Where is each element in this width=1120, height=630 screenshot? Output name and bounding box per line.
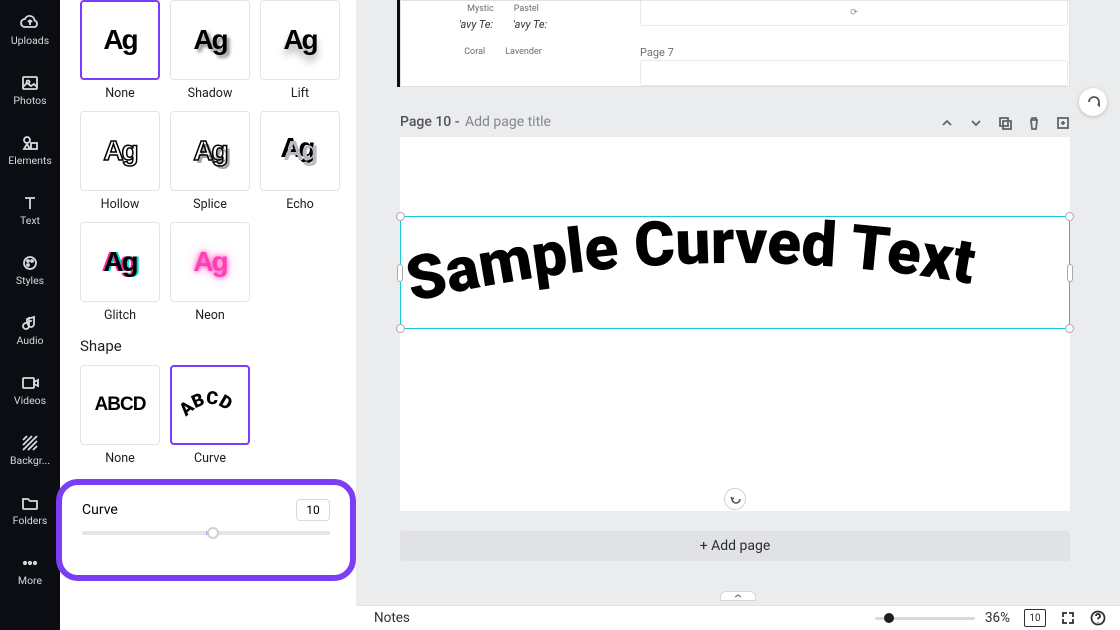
page7-label: Page 7: [640, 46, 674, 59]
effect-splice[interactable]: Ag: [170, 111, 250, 191]
page-title-input[interactable]: Add page title: [465, 114, 551, 130]
preview-card-2[interactable]: [640, 60, 1068, 86]
effect-echo[interactable]: Ag: [260, 111, 340, 191]
audio-icon: [20, 313, 40, 333]
rail-item-audio[interactable]: Audio: [0, 300, 60, 360]
rail-item-background[interactable]: Backgr...: [0, 420, 60, 480]
bottom-bar: Notes 36% 10: [356, 605, 1120, 630]
floating-action-button[interactable]: [1079, 88, 1107, 116]
rail-item-folders[interactable]: Folders: [0, 480, 60, 540]
page-canvas[interactable]: Sample Curved Text: [400, 137, 1070, 511]
reload-icon: ⟳: [850, 8, 858, 18]
page-number: Page 10 -: [400, 114, 463, 130]
rail-item-elements[interactable]: Elements: [0, 120, 60, 180]
background-icon: [20, 433, 40, 453]
effect-neon[interactable]: Ag: [170, 222, 250, 302]
effect-shadow[interactable]: Ag: [170, 0, 250, 80]
shape-none[interactable]: ABCD: [80, 365, 160, 445]
curve-slider[interactable]: [82, 531, 330, 535]
styles-icon: [20, 253, 40, 273]
duplicate-icon[interactable]: [997, 115, 1012, 130]
notes-button[interactable]: Notes: [374, 610, 410, 626]
refresh-icon: [1086, 95, 1100, 109]
effect-hollow[interactable]: Ag: [80, 111, 160, 191]
style-effects-grid: AgNone AgShadow AgLift AgHollow AgSplice…: [80, 0, 336, 323]
page-header: Page 10 - Add page title: [400, 110, 1070, 134]
photos-icon: [20, 73, 40, 93]
side-rail: Uploads Photos Elements Text Styles Audi…: [0, 0, 60, 630]
fullscreen-icon[interactable]: [1060, 610, 1076, 626]
curve-control: Curve: [56, 479, 356, 581]
trash-icon[interactable]: [1026, 115, 1041, 130]
curve-slider-thumb[interactable]: [207, 527, 219, 539]
thumb-strip-labels: MysticPastel 'avy Te:'avy Te: CoralLaven…: [448, 0, 558, 57]
svg-text:ABCD: ABCD: [180, 388, 236, 421]
text-icon: [20, 193, 40, 213]
shape-heading: Shape: [80, 337, 336, 355]
editor-area: Bkgrou Folders More MysticPastel 'avy Te…: [356, 0, 1120, 605]
rail-item-text[interactable]: Text: [0, 180, 60, 240]
expand-down-icon[interactable]: [968, 115, 983, 130]
effect-none[interactable]: Ag: [80, 0, 160, 80]
effect-lift[interactable]: Ag: [260, 0, 340, 80]
rail-item-photos[interactable]: Photos: [0, 60, 60, 120]
shape-effects-grid: ABCD None ABCD Curve: [80, 365, 336, 466]
zoom-value: 36%: [985, 610, 1010, 626]
page-count-badge[interactable]: 10: [1024, 609, 1046, 627]
rail-item-uploads[interactable]: Uploads: [0, 0, 60, 60]
folder-icon: [20, 493, 40, 513]
videos-icon: [20, 373, 40, 393]
curve-label: Curve: [82, 502, 118, 518]
rail-item-videos[interactable]: Videos: [0, 360, 60, 420]
rotate-handle[interactable]: [724, 488, 746, 510]
rail-item-styles[interactable]: Styles: [0, 240, 60, 300]
more-icon: [20, 553, 40, 573]
scroll-pill[interactable]: [720, 591, 756, 601]
collapse-up-icon[interactable]: [939, 115, 954, 130]
preview-card-1[interactable]: ⟳: [640, 0, 1068, 26]
horizontal-scroll[interactable]: [364, 591, 1112, 603]
curved-text[interactable]: Sample Curved Text: [400, 212, 1070, 332]
effect-glitch[interactable]: Ag: [80, 222, 160, 302]
help-icon[interactable]: [1090, 610, 1106, 626]
add-page-button[interactable]: + Add page: [400, 531, 1070, 561]
new-page-icon[interactable]: [1055, 115, 1070, 130]
elements-icon: [20, 133, 40, 153]
rail-item-more[interactable]: More: [0, 540, 60, 600]
zoom-slider[interactable]: 36%: [875, 610, 1010, 626]
shape-curve[interactable]: ABCD: [170, 365, 250, 445]
shape-curve-sample: ABCD: [180, 385, 240, 425]
svg-text:Sample Curved Text: Sample Curved Text: [400, 212, 981, 317]
zoom-thumb[interactable]: [884, 613, 894, 623]
curve-value-input[interactable]: [296, 499, 330, 521]
cloud-upload-icon: [20, 13, 40, 33]
